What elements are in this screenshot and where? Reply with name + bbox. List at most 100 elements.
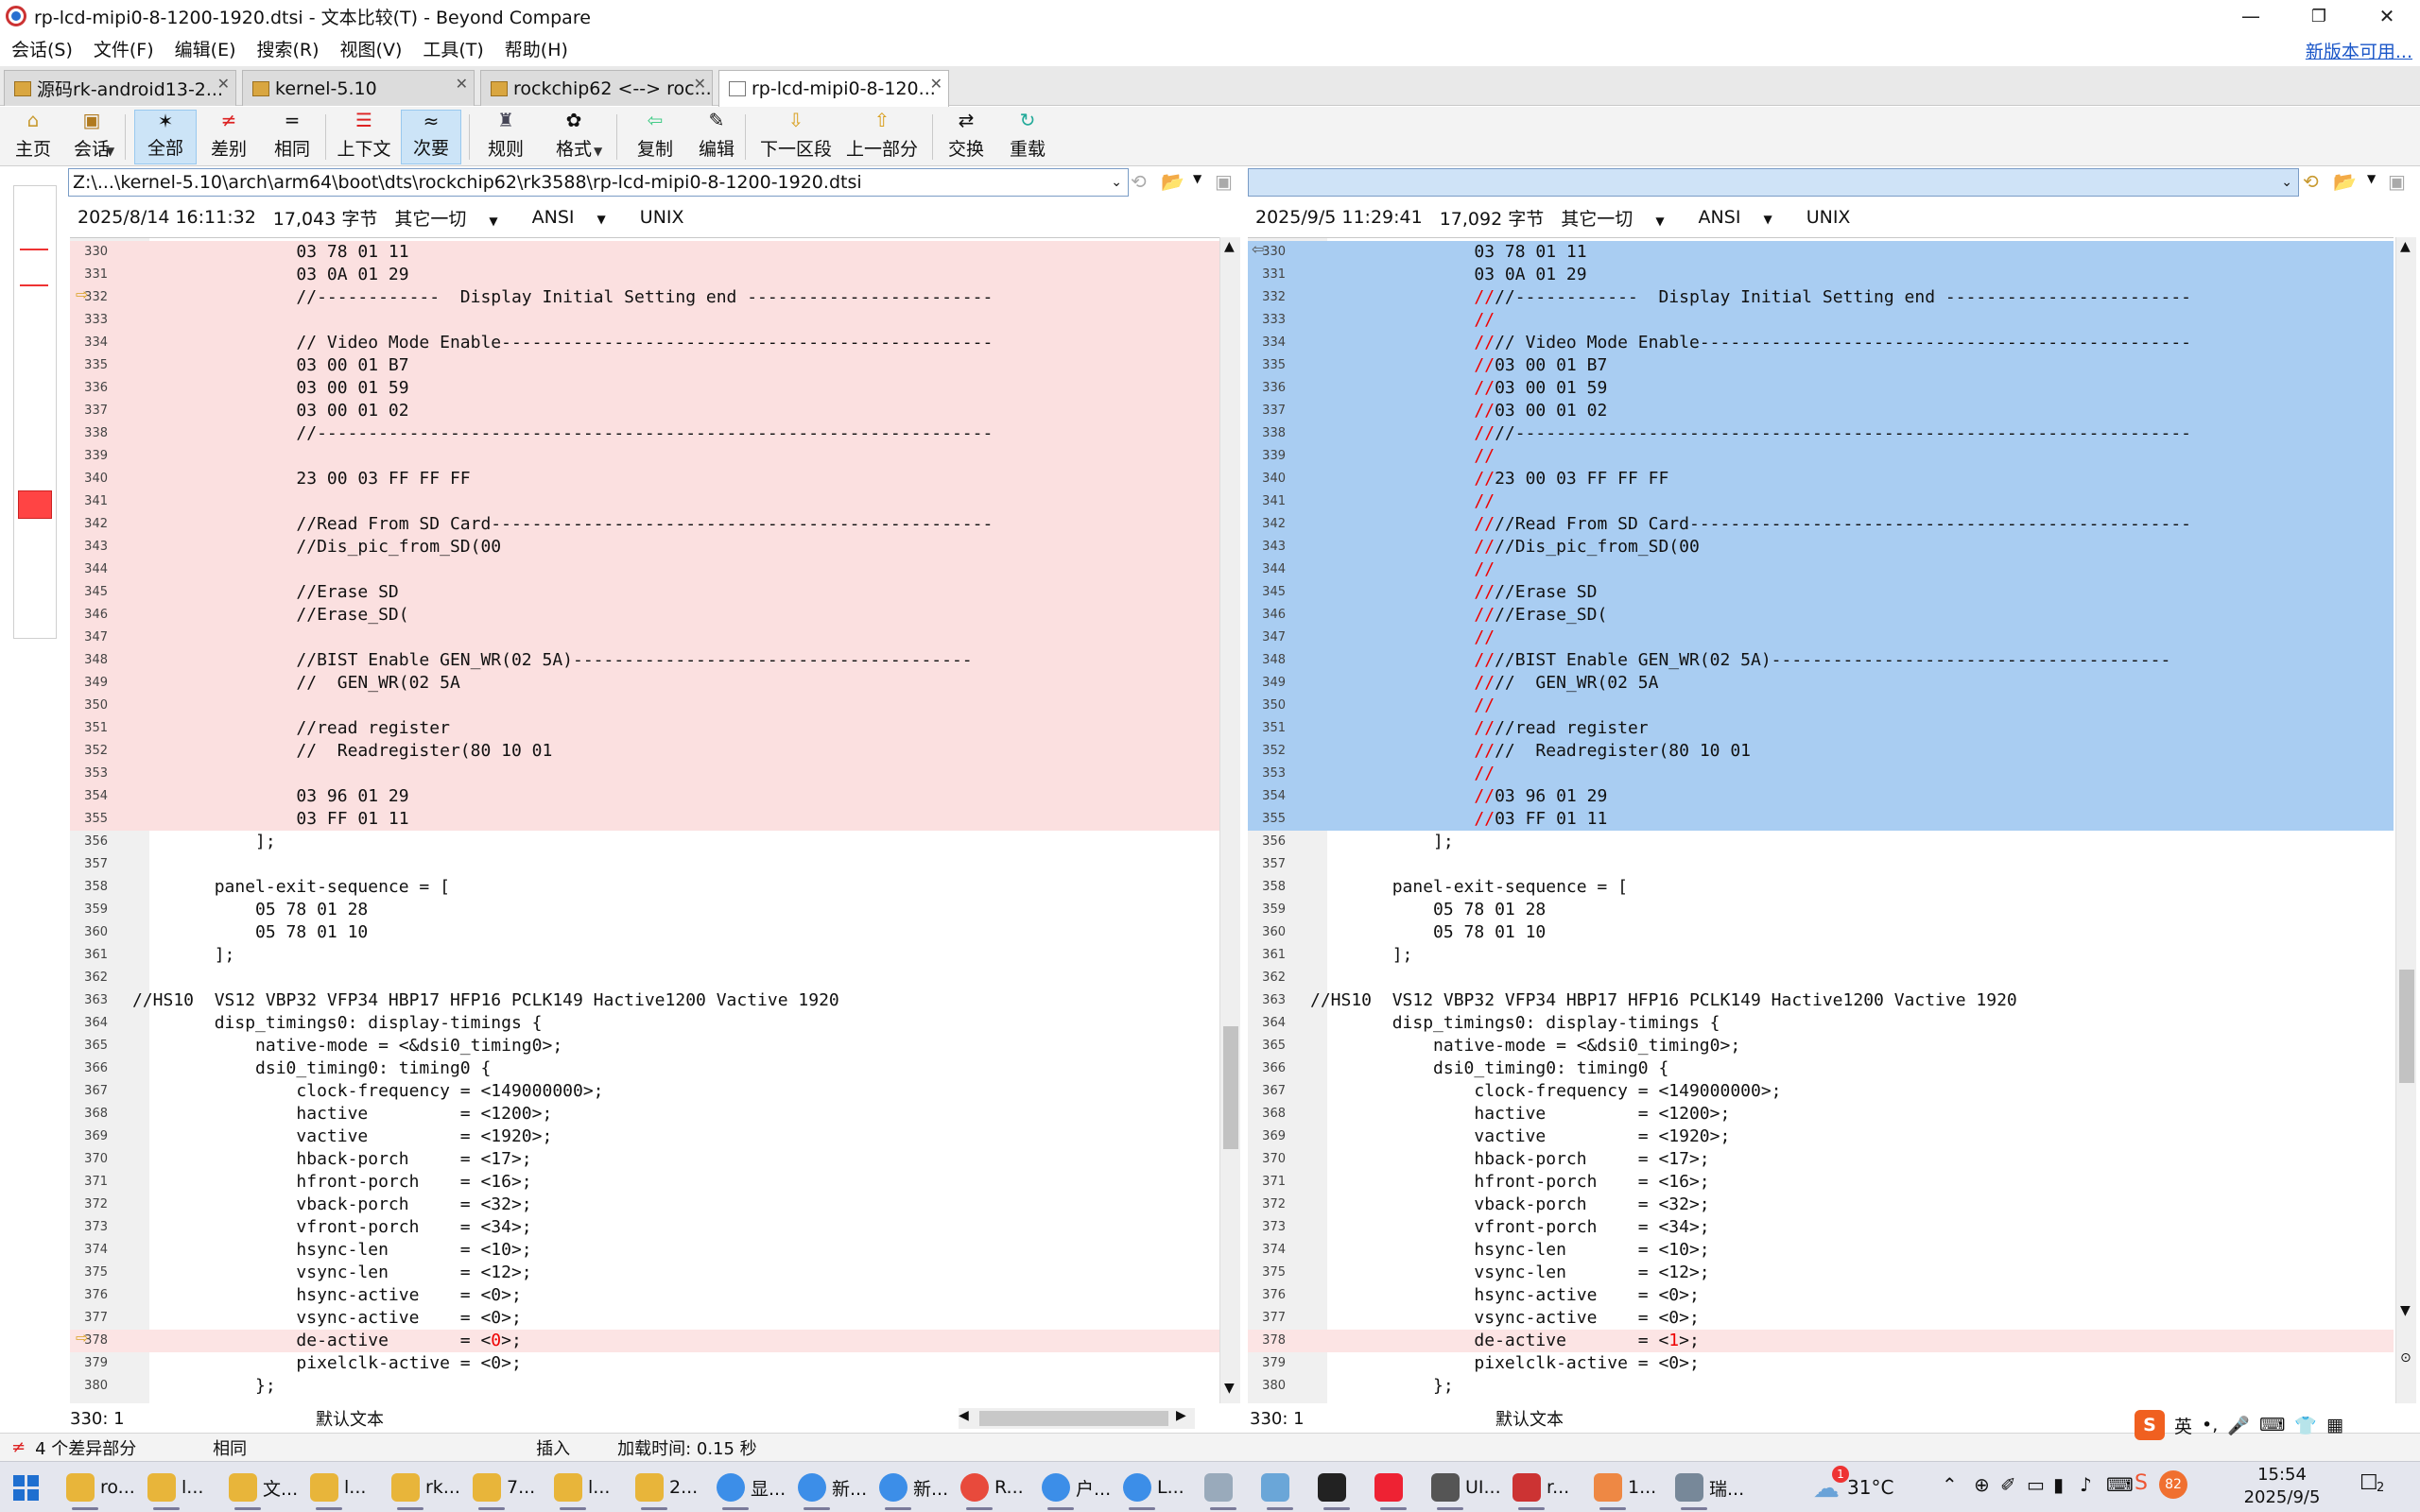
tab-session-2[interactable]: kernel-5.10 ✕ [242, 70, 475, 106]
diff-line[interactable]: 354 //03 96 01 29 [1248, 785, 2394, 808]
left-encoding-dropdown[interactable]: ANSI ▼ [532, 207, 623, 228]
diff-line[interactable]: 341 [70, 490, 1219, 513]
diff-line[interactable]: 357 [1248, 853, 2394, 876]
diff-line[interactable]: 377 vsync-active = <0>; [70, 1307, 1219, 1330]
diff-line[interactable]: 340 23 00 03 FF FF FF [70, 468, 1219, 490]
save-icon[interactable]: ▣ [1215, 170, 1233, 193]
diff-line[interactable]: 330 03 78 01 11 [1248, 241, 2394, 264]
chevron-up-icon[interactable]: ⌃ [1942, 1473, 1958, 1496]
notification-icon[interactable]: ☐ [2360, 1471, 2378, 1495]
right-text-pane[interactable]: 330 03 78 01 11 331 03 0A 01 29 332 ////--… [1248, 237, 2394, 1403]
diff-line[interactable]: 380 }; [1248, 1375, 2394, 1398]
clock[interactable]: 15:54 2025/9/5 [2235, 1464, 2329, 1509]
diff-line[interactable]: 374 hsync-len = <10>; [70, 1239, 1219, 1262]
diff-line[interactable]: 330 03 78 01 11 [70, 241, 1219, 264]
ime-language[interactable]: 英 [2174, 1413, 2192, 1438]
diff-line[interactable]: 337 //03 00 01 02 [1248, 400, 2394, 422]
toolbar-edit-button[interactable]: ✎ 编辑 [690, 110, 743, 164]
diff-line[interactable]: 345 //Erase SD [70, 581, 1219, 604]
diff-line[interactable]: 372 vback-porch = <32>; [70, 1194, 1219, 1216]
diff-line[interactable]: 355 //03 FF 01 11 [1248, 808, 2394, 831]
diff-line[interactable]: 344 // [1248, 558, 2394, 581]
pen-icon[interactable]: ✐ [2000, 1473, 2016, 1496]
taskbar-app[interactable]: 7... [473, 1469, 535, 1510]
toolbar-equal-button[interactable]: = 相同 [265, 110, 320, 164]
tab-close-icon[interactable]: ✕ [217, 75, 230, 93]
right-encoding-dropdown[interactable]: ANSI ▼ [1699, 207, 1789, 228]
diff-line[interactable]: 337 03 00 01 02 [70, 400, 1219, 422]
ime-toolbar[interactable]: S 英 •, 🎤 ⌨ 👕 ▦ [2135, 1410, 2343, 1440]
taskbar-app[interactable]: 瑞... [1675, 1469, 1744, 1510]
diff-line[interactable]: 367 clock-frequency = <149000000>; [1248, 1080, 2394, 1103]
taskbar-app[interactable]: L... [1123, 1469, 1184, 1510]
tab-session-1[interactable]: 源码rk-android13-2... ✕ [4, 70, 236, 106]
diff-line[interactable]: 348 //BIST Enable GEN_WR(02 5A)---------… [70, 649, 1219, 672]
sogou-icon[interactable]: S [2135, 1471, 2148, 1495]
diff-line[interactable]: 348 ////BIST Enable GEN_WR(02 5A)-------… [1248, 649, 2394, 672]
chevron-down-icon[interactable]: ⌄ [2281, 169, 2292, 196]
menu-file[interactable]: 文件(F) [82, 36, 164, 61]
taskbar-app[interactable]: l... [310, 1469, 366, 1510]
diff-line[interactable]: 368 hactive = <1200>; [1248, 1103, 2394, 1125]
right-vertical-scrollbar[interactable]: ▲ ▼ ⊙ [2395, 237, 2416, 1403]
toolbar-copy-left-button[interactable]: ⇦ 复制 [628, 110, 683, 164]
toolbar-not-equal-button[interactable]: ≠ 差别 [200, 110, 257, 164]
taskbar-app[interactable]: rk... [391, 1469, 460, 1510]
minimize-button[interactable]: — [2217, 0, 2285, 32]
diff-line[interactable]: 367 clock-frequency = <149000000>; [70, 1080, 1219, 1103]
diff-line[interactable]: 368 hactive = <1200>; [70, 1103, 1219, 1125]
toolbar-next-section-button[interactable]: ⇩ 下一区段 [756, 110, 836, 164]
diff-line[interactable]: 376 hsync-active = <0>; [1248, 1284, 2394, 1307]
left-other-dropdown[interactable]: 其它一切 ▼ [394, 205, 514, 231]
scroll-thumb[interactable] [979, 1411, 1168, 1426]
tab-close-icon[interactable]: ✕ [456, 75, 468, 93]
diff-line[interactable]: 370 hback-porch = <17>; [70, 1148, 1219, 1171]
diff-line[interactable]: 338 //----------------------------------… [70, 422, 1219, 445]
toolbar-home-button[interactable]: ⌂ 主页 [8, 110, 59, 164]
diff-line[interactable]: 373 vfront-porch = <34>; [1248, 1216, 2394, 1239]
chevron-down-icon[interactable]: ▼ [594, 145, 602, 158]
diff-line[interactable]: 352 //// Readregister(80 10 01 [1248, 740, 2394, 763]
diff-line[interactable]: 362 [1248, 967, 2394, 989]
diff-line[interactable]: 342 //Read From SD Card-----------------… [70, 513, 1219, 536]
network-icon[interactable]: ⊕ [1974, 1473, 1990, 1496]
tab-close-icon[interactable]: ✕ [930, 75, 942, 93]
diff-line[interactable]: 369 vactive = <1920>; [70, 1125, 1219, 1148]
menu-view[interactable]: 视图(V) [329, 36, 412, 61]
taskbar-app[interactable]: 显... [717, 1469, 786, 1510]
diff-line[interactable]: 357 [70, 853, 1219, 876]
diff-line[interactable]: 336 //03 00 01 59 [1248, 377, 2394, 400]
diff-line[interactable]: 379 pixelclk-active = <0>; [1248, 1352, 2394, 1375]
diff-line[interactable]: 343 //Dis_pic_from_SD(00 [70, 536, 1219, 558]
diff-line[interactable]: 340 //23 00 03 FF FF FF [1248, 468, 2394, 490]
diff-line[interactable]: 350 // [1248, 695, 2394, 717]
diff-line[interactable]: 339 [70, 445, 1219, 468]
diff-line[interactable]: 359 05 78 01 28 [1248, 899, 2394, 921]
diff-line[interactable]: 366 dsi0_timing0: timing0 { [70, 1057, 1219, 1080]
diff-overview-map[interactable] [13, 185, 57, 639]
diff-line[interactable]: 361 ]; [1248, 944, 2394, 967]
menu-search[interactable]: 搜索(R) [246, 36, 329, 61]
diff-line[interactable]: 363 //HS10 VS12 VBP32 VFP34 HBP17 HFP16 P… [1248, 989, 2394, 1012]
diff-line[interactable]: 333 // [1248, 309, 2394, 332]
taskbar-app[interactable]: 新... [798, 1469, 867, 1510]
taskbar-app[interactable]: UI... [1431, 1469, 1501, 1510]
chevron-down-icon[interactable]: ▼ [106, 145, 114, 158]
history-icon[interactable]: ⟲ [2303, 170, 2319, 193]
menu-edit[interactable]: 编辑(E) [164, 36, 246, 61]
save-icon[interactable]: ▣ [2388, 170, 2406, 193]
diff-line[interactable]: 352 // Readregister(80 10 01 [70, 740, 1219, 763]
diff-line[interactable]: 347 [70, 627, 1219, 649]
chevron-down-icon[interactable]: ▼ [2367, 172, 2376, 185]
taskbar-app[interactable]: ro... [66, 1469, 135, 1510]
left-vertical-scrollbar[interactable]: ▲ ▼ [1219, 237, 1240, 1403]
diff-line[interactable]: 373 vfront-porch = <34>; [70, 1216, 1219, 1239]
close-button[interactable]: ✕ [2353, 0, 2420, 32]
scroll-right-icon[interactable]: ▶ [1176, 1408, 1186, 1423]
diff-line[interactable]: 349 //// GEN_WR(02 5A [1248, 672, 2394, 695]
input-icon[interactable]: ⌨ [2106, 1473, 2134, 1496]
diff-line[interactable]: 339 // [1248, 445, 2394, 468]
chevron-down-icon[interactable]: ⌄ [1111, 169, 1122, 196]
diff-line[interactable]: 375 vsync-len = <12>; [1248, 1262, 2394, 1284]
diff-line[interactable]: 335 03 00 01 B7 [70, 354, 1219, 377]
